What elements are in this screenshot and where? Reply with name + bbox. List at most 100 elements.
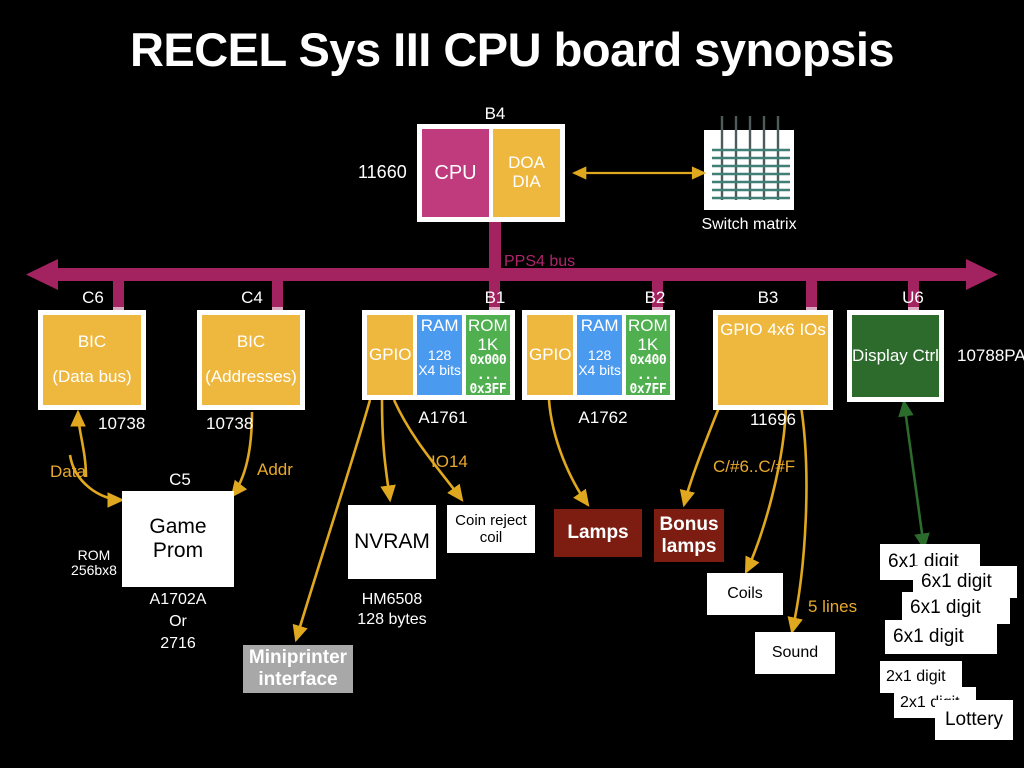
chip-cell-b1-gpio: GPIO: [367, 315, 414, 395]
chip-cell-b2-ram-size: 128: [587, 346, 612, 363]
chip-cell-b2-rom-start: 0x400: [629, 353, 667, 369]
display-label-3: 6x1 digit: [893, 626, 964, 647]
box-bonus-lamps[interactable]: Bonus lamps: [654, 509, 724, 562]
display-label-1: 6x1 digit: [921, 571, 992, 592]
chip-cell-b1-gpio-label: GPIO: [368, 344, 412, 364]
box-sound[interactable]: Sound: [755, 632, 835, 674]
part-number-b3: 11696: [749, 410, 796, 429]
edge-label-io14: IO14: [431, 452, 468, 471]
display-label-6: Lottery: [944, 709, 1004, 730]
chip-cell-b1-ram: RAM 128 X4 bits: [417, 315, 462, 395]
game-prom-rom-note-1: ROM: [77, 547, 111, 563]
box-coin-reject-coil[interactable]: Coin reject coil: [447, 505, 535, 553]
chip-cell-cpu-label: CPU: [434, 162, 477, 184]
chip-b3[interactable]: GPIO 4x6 IOs: [713, 310, 833, 410]
chip-cell-b2-rom-ellipsis: ...: [636, 367, 659, 383]
chip-cell-doa-dia: DOA DIA: [493, 129, 560, 217]
part-number-c4: 10738: [206, 414, 254, 433]
chip-cell-b2-ram-width: X4 bits: [578, 362, 621, 379]
page-title: RECEL Sys III CPU board synopsis: [129, 23, 895, 76]
part-number-u6: 10788PA: [957, 346, 1024, 365]
edge-label-c-range: C/#6..C/#F: [713, 457, 796, 476]
chip-cell-b1-rom-start: 0x000: [469, 353, 507, 369]
game-prom-rom-note-2: 256bx8: [71, 562, 117, 578]
part-number-11660: 11660: [358, 162, 407, 182]
chip-cell-b1-ram-width: X4 bits: [418, 362, 461, 379]
chip-tag-c6: C6: [82, 288, 104, 307]
diagram-canvas: RECEL Sys III CPU board synopsis PPS4 bu…: [0, 0, 1024, 768]
chip-cell-b2-rom-label: ROM: [628, 316, 668, 335]
edge-label-five-lines: 5 lines: [808, 597, 858, 616]
switch-matrix-graphic: [704, 116, 794, 210]
game-prom-part-3: 2716: [160, 635, 196, 652]
box-coils[interactable]: Coils: [707, 573, 783, 615]
chip-u6[interactable]: Display Ctrl: [847, 310, 944, 402]
chip-cell-display-ctrl-label: Display Ctrl: [852, 345, 939, 365]
chip-cell-b2-rom-end: 0x7FF: [629, 381, 667, 397]
chip-tag-b3: B3: [757, 288, 779, 307]
edge-label-addr: Addr: [257, 460, 293, 479]
chip-cell-bic-sub: (Data bus): [52, 367, 132, 386]
chip-b2[interactable]: GPIO RAM 128 X4 bits ROM 1K 0x400 ... 0x…: [522, 310, 675, 400]
bus-label: PPS4 bus: [504, 253, 576, 270]
chip-cell-b3-gpio-label: GPIO 4x6 IOs: [720, 320, 826, 339]
miniprinter-line2: interface: [258, 669, 338, 690]
box-miniprinter-interface[interactable]: Miniprinter interface: [243, 645, 353, 693]
chip-b1[interactable]: GPIO RAM 128 X4 bits ROM 1K 0x000 ... 0x…: [362, 310, 515, 400]
nvram-part-2: 128 bytes: [357, 611, 427, 628]
display-label-4: 2x1 digit: [886, 668, 946, 685]
chip-cell-b1-ram-label: RAM: [420, 316, 459, 335]
chip-cell-b2-rom: ROM 1K 0x400 ... 0x7FF: [625, 315, 670, 397]
chip-cell-b2-rom-size: 1K: [637, 334, 659, 354]
chip-cell-cpu: CPU: [422, 129, 489, 217]
chip-c4[interactable]: BIC (Addresses): [197, 310, 305, 410]
sound-label: Sound: [771, 643, 819, 661]
arrow-b3-to-sound: [787, 399, 808, 635]
chip-c6[interactable]: BIC (Data bus): [38, 310, 146, 410]
chip-cell-b2-gpio: GPIO: [527, 315, 574, 395]
chip-cell-b1-rom: ROM 1K 0x000 ... 0x3FF: [465, 315, 510, 397]
box-nvram[interactable]: NVRAM: [348, 505, 436, 579]
chip-cell-b3-gpio: GPIO 4x6 IOs: [718, 315, 828, 405]
part-number-c6: 10738: [98, 414, 146, 433]
display-label-2: 6x1 digit: [910, 597, 981, 618]
coils-label: Coils: [727, 584, 763, 602]
part-number-b2: A1762: [578, 408, 628, 427]
chip-cell-b1-ram-size: 128: [427, 346, 452, 363]
chip-cell-dia-label: DIA: [512, 172, 541, 191]
chip-tag-c4: C4: [241, 288, 263, 307]
edge-label-data: Data: [50, 462, 86, 481]
game-prom-part-1: A1702A: [149, 591, 207, 608]
lamps-label: Lamps: [567, 522, 629, 544]
chip-cell-b2-ram: RAM 128 X4 bits: [577, 315, 622, 395]
miniprinter-line1: Miniprinter: [248, 647, 348, 669]
chip-cell-b1-rom-label: ROM: [468, 316, 508, 335]
chip-cell-bic-databus: BIC (Data bus): [43, 315, 141, 405]
box-display-6x1-d[interactable]: 6x1 digit: [885, 620, 997, 654]
coin-reject-line2: coil: [479, 529, 503, 546]
chip-tag-u6: U6: [902, 288, 924, 307]
bonus-lamps-line1: Bonus: [659, 514, 719, 536]
chip-cell-bic-label: BIC: [77, 332, 107, 352]
chip-tag-b2: B2: [644, 288, 666, 307]
part-number-b1: A1761: [418, 408, 468, 427]
chip-tag-c5: C5: [169, 470, 191, 489]
chip-cell-b1-rom-end: 0x3FF: [469, 381, 507, 397]
chip-b4[interactable]: CPU DOA DIA: [417, 124, 565, 222]
chip-cell-b1-rom-ellipsis: ...: [476, 367, 499, 383]
game-prom-part-2: Or: [169, 613, 187, 630]
chip-tag-b1: B1: [484, 288, 506, 307]
box-display-lottery[interactable]: Lottery: [935, 700, 1013, 740]
switch-matrix-caption: Switch matrix: [701, 216, 797, 233]
chip-cell-bic2-sub: (Addresses): [205, 367, 297, 386]
nvram-part-1: HM6508: [361, 591, 423, 608]
coin-reject-line1: Coin reject: [455, 511, 527, 529]
chip-cell-bic-addresses: BIC (Addresses): [202, 315, 300, 405]
box-lamps[interactable]: Lamps: [554, 509, 642, 557]
game-prom-line2: Prom: [152, 539, 204, 562]
chip-tag-b4: B4: [484, 104, 506, 123]
chip-cell-bic2-label: BIC: [236, 332, 266, 352]
box-game-prom[interactable]: Game Prom: [122, 491, 234, 587]
bonus-lamps-line2: lamps: [661, 535, 717, 557]
chip-cell-b2-gpio-label: GPIO: [528, 344, 572, 364]
